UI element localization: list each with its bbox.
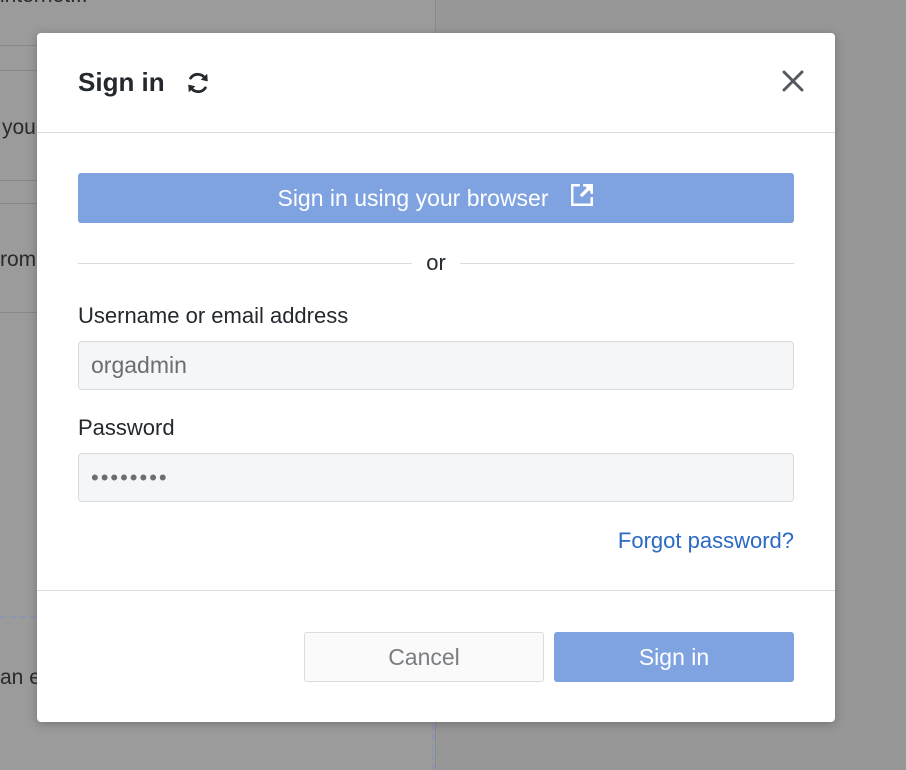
username-value: orgadmin [91, 352, 187, 378]
forgot-password-link[interactable]: Forgot password? [78, 528, 794, 554]
dialog-footer: Cancel Sign in [37, 591, 835, 721]
username-input[interactable]: orgadmin [78, 341, 794, 390]
sign-in-button[interactable]: Sign in [554, 632, 794, 682]
divider-line [459, 262, 794, 264]
external-link-icon [569, 182, 595, 214]
refresh-icon[interactable] [185, 70, 211, 96]
sign-in-browser-button[interactable]: Sign in using your browser [78, 173, 794, 223]
dialog-title: Sign in [78, 67, 165, 97]
password-label: Password [78, 415, 175, 440]
username-label: Username or email address [78, 303, 349, 328]
password-value: •••••••• [91, 464, 169, 490]
background-text: internet... [0, 0, 135, 8]
dialog-header: Sign in [37, 33, 835, 133]
background-text: you [2, 116, 36, 139]
dialog-body: Sign in using your browser or Username o… [37, 133, 835, 591]
divider-line [78, 262, 413, 264]
sign-in-dialog: Sign in Sign in using your browser or Us… [37, 33, 835, 722]
background-text: rom [0, 248, 37, 271]
cancel-button[interactable]: Cancel [304, 632, 544, 682]
background-text: an e [0, 666, 40, 689]
sign-in-browser-label: Sign in using your browser [277, 184, 549, 211]
password-input[interactable]: •••••••• [78, 453, 794, 502]
or-divider: or [78, 223, 794, 303]
divider-text: or [426, 250, 446, 275]
close-icon[interactable] [779, 67, 807, 95]
